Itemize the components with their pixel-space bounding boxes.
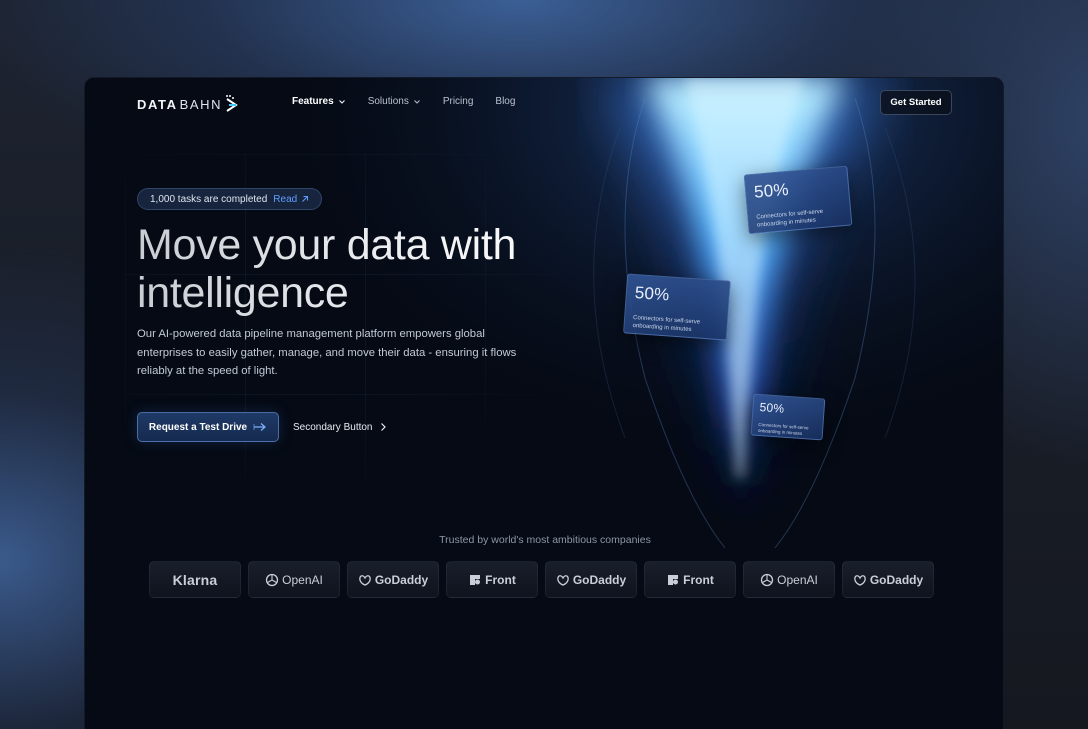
trusted-by-label: Trusted by world's most ambitious compan… [439,534,651,546]
logo-arrow-icon [226,95,238,112]
logo-front: Front [644,561,736,598]
logo-name: GoDaddy [869,572,924,587]
stat-card: 50% Connectors for self-serve onboarding… [743,165,853,235]
nav-item-label: Solutions [367,96,409,107]
nav-item-blog[interactable]: Blog [495,96,515,107]
hero-headline: Move your data with intelligence [137,221,577,317]
logo-text-data: DATA [137,96,178,112]
stat-value: 50% [759,400,785,416]
secondary-button-label: Secondary Button [293,421,373,433]
logo-godaddy: GoDaddy [347,561,439,598]
announcement-pill: 1,000 tasks are completed Read [137,188,323,210]
stat-value: 50% [753,179,790,202]
stat-caption: Connectors for self-serve onboarding in … [757,421,809,436]
request-test-drive-label: Request a Test Drive [148,421,248,433]
front-icon [668,574,679,585]
arrow-right-icon [253,423,267,431]
logo-name: Klarna [172,571,218,588]
logo-name: GoDaddy [572,572,627,587]
read-link[interactable]: Read [273,194,309,205]
nav-item-features[interactable]: Features [292,96,346,107]
logo-klarna: Klarna [149,561,241,598]
logo-openai: OpenAI [248,561,340,598]
chevron-down-icon [413,99,420,104]
logo-name: Front [485,572,516,587]
godaddy-icon [854,574,866,586]
nav-links: Features Solutions Pricing Blog [292,96,515,107]
nav-item-solutions[interactable]: Solutions [368,96,421,107]
logo-godaddy: GoDaddy [545,561,637,598]
openai-icon [760,573,774,586]
chevron-right-icon [380,423,386,431]
logo-name: OpenAI [777,572,818,587]
top-nav: DATA BAHN Features Solutions Pricing Blo… [85,78,1003,130]
announcement-text: 1,000 tasks are completed [150,193,268,205]
stat-card: 50% Connectors for self-serve onboarding… [623,273,731,341]
databahn-logo[interactable]: DATA BAHN [137,93,240,115]
logo-name: OpenAI [282,572,323,587]
get-started-button[interactable]: Get Started [880,90,952,115]
browser-frame: DATA BAHN Features Solutions Pricing Blo… [84,77,1004,729]
request-test-drive-button[interactable]: Request a Test Drive [137,412,279,442]
hero-subtext: Our AI-powered data pipeline management … [137,328,517,377]
nav-item-label: Blog [495,96,516,107]
logo-text-bahn: BAHN [179,96,223,112]
arrow-up-right-icon [302,196,309,202]
godaddy-icon [557,574,569,586]
nav-item-pricing[interactable]: Pricing [443,96,474,107]
logo-openai: OpenAI [743,561,835,598]
nav-item-label: Pricing [442,96,474,107]
godaddy-icon [359,574,371,586]
nav-item-label: Features [292,96,334,107]
stat-value: 50% [634,283,671,305]
logo-godaddy: GoDaddy [842,561,934,598]
customer-logos: Klarna OpenAI GoDaddy Front GoDaddy Fron… [149,561,934,598]
stat-caption: Connectors for self-serve onboarding in … [756,208,824,229]
logo-front: Front [446,561,538,598]
read-link-label: Read [273,193,298,205]
logo-name: Front [683,572,714,587]
openai-icon [265,573,279,586]
secondary-button[interactable]: Secondary Button [293,412,387,442]
chevron-down-icon [338,99,345,104]
logo-name: GoDaddy [374,572,429,587]
stat-caption: Connectors for self-serve onboarding in … [632,314,701,333]
front-icon [470,574,481,585]
stat-card: 50% Connectors for self-serve onboarding… [750,393,826,441]
